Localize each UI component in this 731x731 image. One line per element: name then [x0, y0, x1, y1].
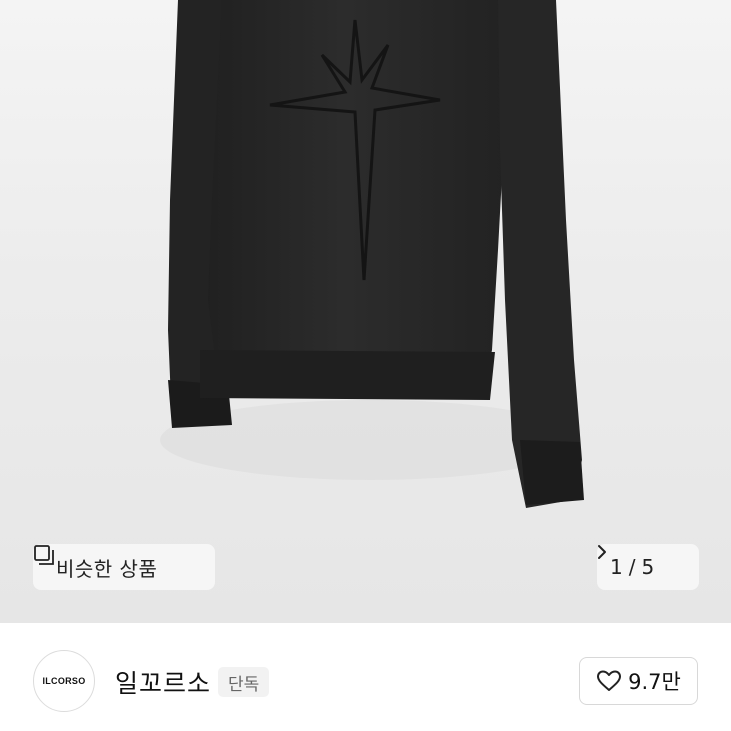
seller-logo-text: ILCORSO — [42, 676, 86, 686]
product-photo — [160, 0, 584, 508]
counter-total: 5 — [641, 555, 655, 579]
heart-icon — [596, 669, 628, 693]
like-count: 9.7만 — [628, 670, 681, 694]
similar-items-label: 비슷한 상품 — [56, 556, 158, 581]
seller-logo[interactable]: ILCORSO — [33, 650, 95, 712]
seller-name[interactable]: 일꼬르소 — [115, 664, 211, 700]
counter-current: 1 — [610, 555, 623, 579]
counter-separator: / — [628, 555, 636, 579]
image-counter[interactable]: 1 / 5 — [597, 544, 699, 590]
product-image-carousel[interactable]: 비슷한 상품 1 / 5 — [0, 0, 731, 623]
exclusive-badge: 단독 — [218, 667, 270, 697]
similar-items-button[interactable]: 비슷한 상품 — [33, 544, 215, 590]
like-button[interactable]: 9.7만 — [579, 657, 698, 705]
exclusive-badge-label: 단독 — [228, 674, 260, 695]
